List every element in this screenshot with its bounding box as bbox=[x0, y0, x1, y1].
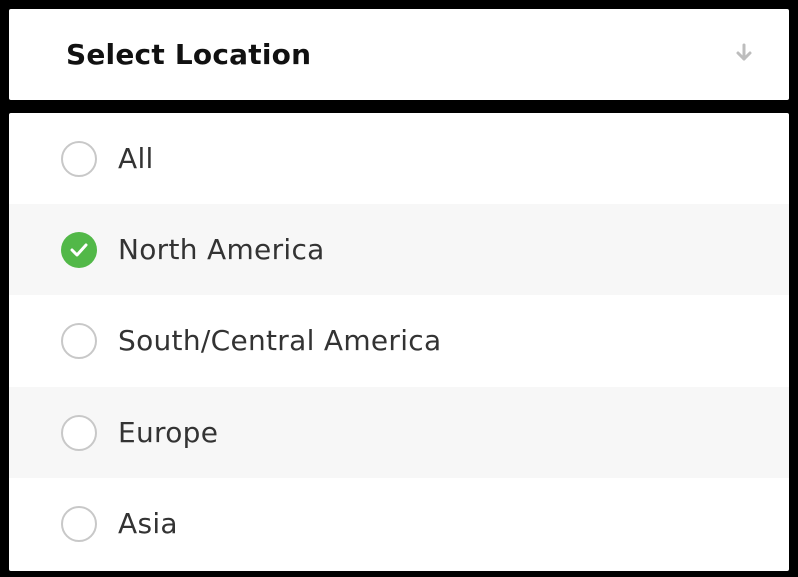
option-asia[interactable]: Asia bbox=[9, 478, 789, 569]
option-europe[interactable]: Europe bbox=[9, 387, 789, 478]
checkmark-selected-icon[interactable] bbox=[61, 232, 97, 268]
option-label: South/Central America bbox=[118, 324, 442, 357]
arrow-down-icon[interactable] bbox=[735, 43, 753, 63]
option-label: North America bbox=[118, 233, 325, 266]
radio-unchecked-icon[interactable] bbox=[61, 323, 97, 359]
radio-unchecked-icon[interactable] bbox=[61, 506, 97, 542]
option-label: Asia bbox=[118, 507, 178, 540]
radio-unchecked-icon[interactable] bbox=[61, 141, 97, 177]
option-south-central-america[interactable]: South/Central America bbox=[9, 295, 789, 386]
radio-unchecked-icon[interactable] bbox=[61, 415, 97, 451]
location-options-list: All North America South/Central America … bbox=[9, 113, 789, 571]
select-location-dropdown[interactable]: Select Location bbox=[9, 9, 789, 100]
dropdown-title: Select Location bbox=[66, 38, 312, 71]
option-all[interactable]: All bbox=[9, 113, 789, 204]
option-label: All bbox=[118, 142, 154, 175]
option-label: Europe bbox=[118, 416, 219, 449]
option-north-america[interactable]: North America bbox=[9, 204, 789, 295]
